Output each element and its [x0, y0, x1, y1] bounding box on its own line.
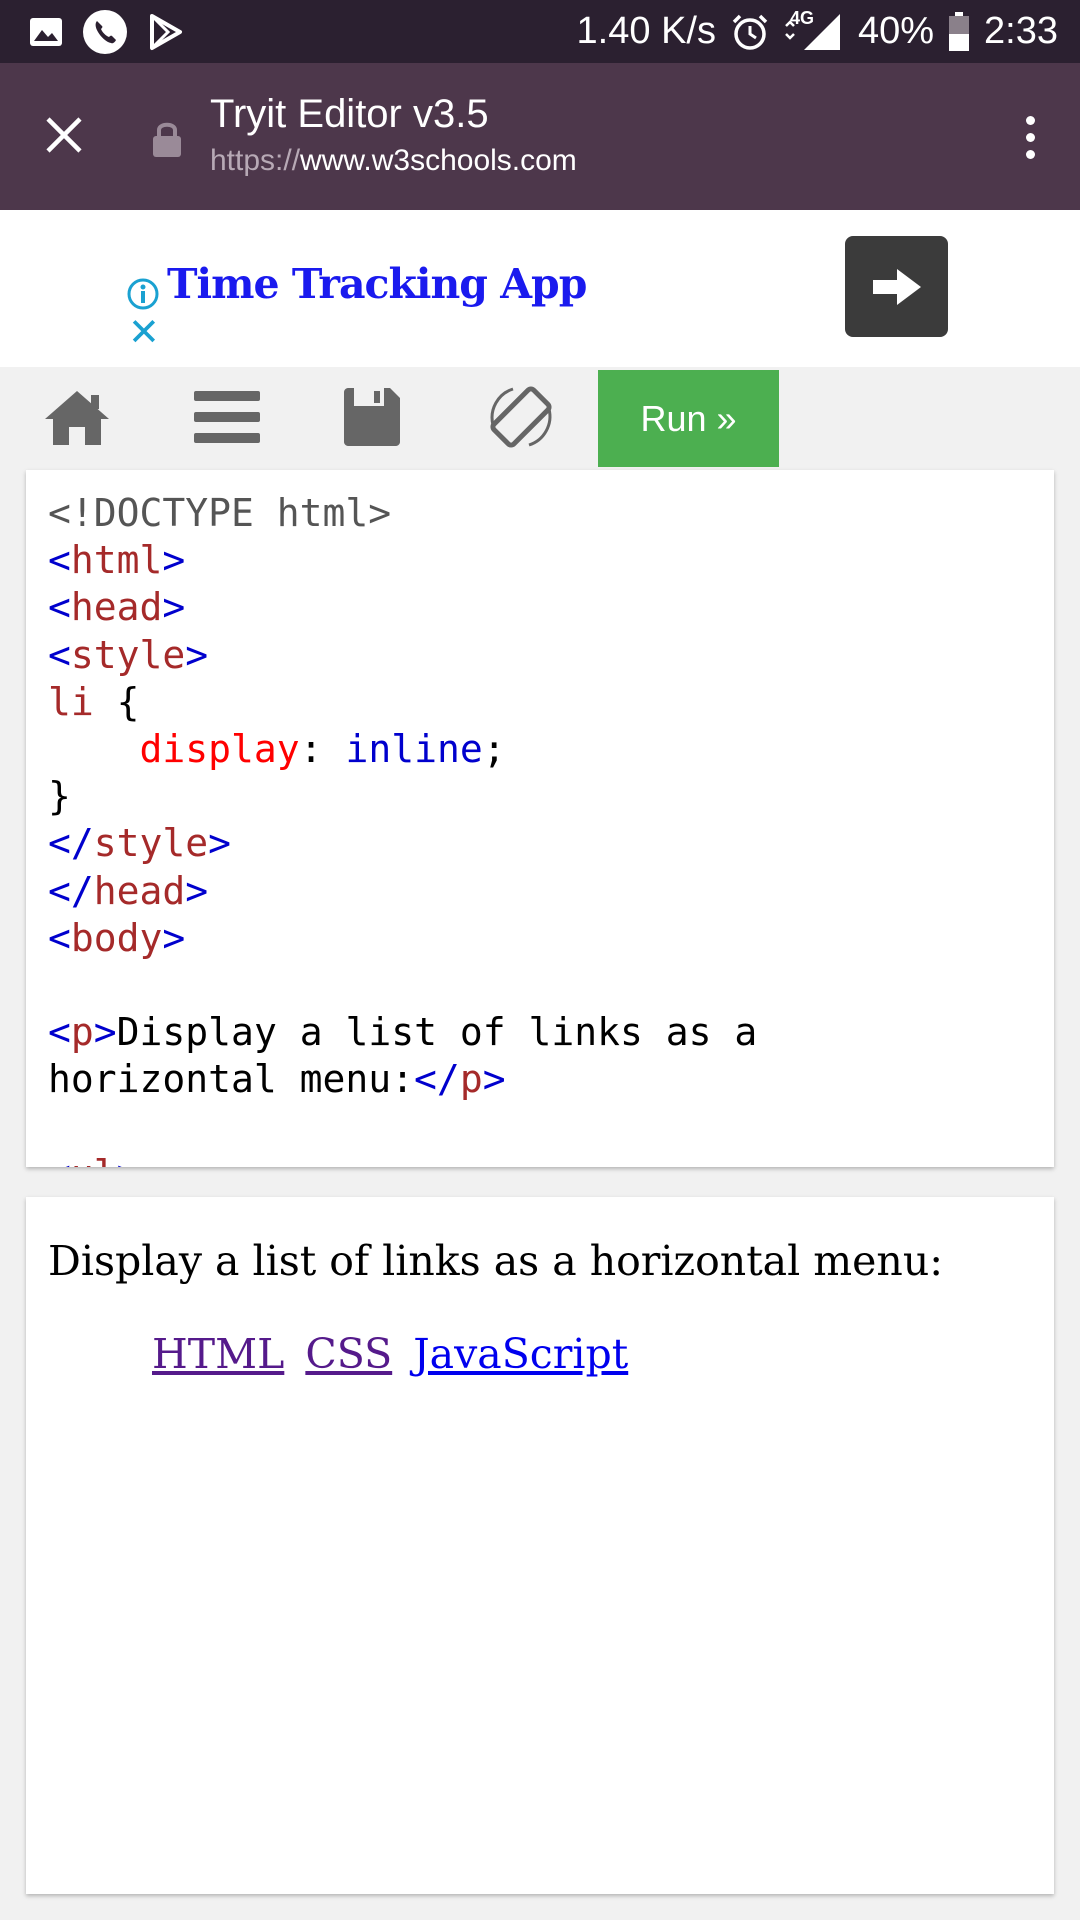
code-line: <html> — [48, 538, 186, 583]
network-speed: 1.40 K/s — [576, 10, 716, 52]
run-button[interactable]: Run » — [598, 370, 779, 467]
rotate-icon — [490, 386, 552, 448]
code-line: <style> — [48, 632, 209, 677]
code-line: li { — [48, 679, 140, 724]
ad-info-icon[interactable] — [126, 277, 160, 316]
code-line: </style> — [48, 821, 232, 866]
close-tab-button[interactable] — [36, 107, 92, 163]
result-paragraph: Display a list of links as a horizontal … — [48, 1237, 944, 1285]
code-line: display: inline; — [139, 727, 506, 772]
phone-icon — [82, 9, 128, 55]
browser-toolbar: Tryit Editor v3.5 https://www.w3schools.… — [0, 63, 1080, 210]
editor-toolbar — [0, 367, 1080, 467]
close-icon — [46, 117, 82, 153]
code-line: horizontal menu:</p> — [48, 1057, 506, 1102]
home-button[interactable] — [32, 381, 122, 453]
code-line: <p>Display a list of links as a — [48, 1010, 758, 1055]
url-host: www.w3schools.com — [300, 144, 577, 177]
link-javascript[interactable]: JavaScript — [413, 1330, 628, 1378]
code-line: <head> — [48, 585, 186, 630]
code-text[interactable]: <!DOCTYPE html> <html> <head> <style> li… — [48, 490, 757, 1167]
home-icon — [45, 391, 109, 445]
link-css[interactable]: CSS — [305, 1330, 392, 1378]
code-line: } — [48, 774, 71, 819]
clock: 2:33 — [984, 10, 1058, 52]
network-type: 4G — [789, 7, 814, 28]
code-line: <body> — [48, 915, 186, 960]
rotate-button[interactable] — [476, 381, 566, 453]
battery-icon — [948, 11, 970, 52]
ad-close-button[interactable]: ✕ — [128, 314, 160, 352]
overflow-menu-button[interactable] — [1006, 109, 1054, 165]
code-line: <!DOCTYPE html> — [48, 491, 392, 535]
page-info: Tryit Editor v3.5 https://www.w3schools.… — [210, 91, 577, 181]
alarm-icon — [730, 12, 770, 52]
page-title: Tryit Editor v3.5 — [210, 92, 489, 136]
code-editor[interactable]: <!DOCTYPE html> <html> <head> <style> li… — [26, 470, 1054, 1167]
url-bar[interactable]: https://www.w3schools.com — [210, 141, 577, 181]
link-html[interactable]: HTML — [152, 1330, 284, 1378]
url-scheme: https:// — [210, 144, 301, 177]
hamburger-icon — [194, 391, 260, 443]
ad-title-link[interactable]: Time Tracking App — [167, 260, 587, 308]
save-button[interactable] — [326, 381, 416, 453]
menu-button[interactable] — [182, 381, 272, 453]
code-line: <ul> — [48, 1152, 140, 1167]
signal-icon: 4G — [784, 8, 844, 52]
save-icon — [344, 388, 400, 446]
horizontal-menu: HTML CSS JavaScript — [152, 1330, 636, 1378]
gallery-icon — [28, 14, 64, 50]
status-bar: 1.40 K/s 4G 40% 2:33 — [0, 0, 1080, 63]
play-store-icon — [146, 12, 186, 52]
lock-icon — [150, 119, 184, 164]
ad-go-button[interactable] — [845, 236, 948, 337]
code-line: </head> — [48, 868, 209, 913]
battery-percent: 40% — [857, 10, 935, 52]
arrow-right-icon — [872, 268, 921, 305]
result-panel: Display a list of links as a horizontal … — [26, 1197, 1054, 1894]
